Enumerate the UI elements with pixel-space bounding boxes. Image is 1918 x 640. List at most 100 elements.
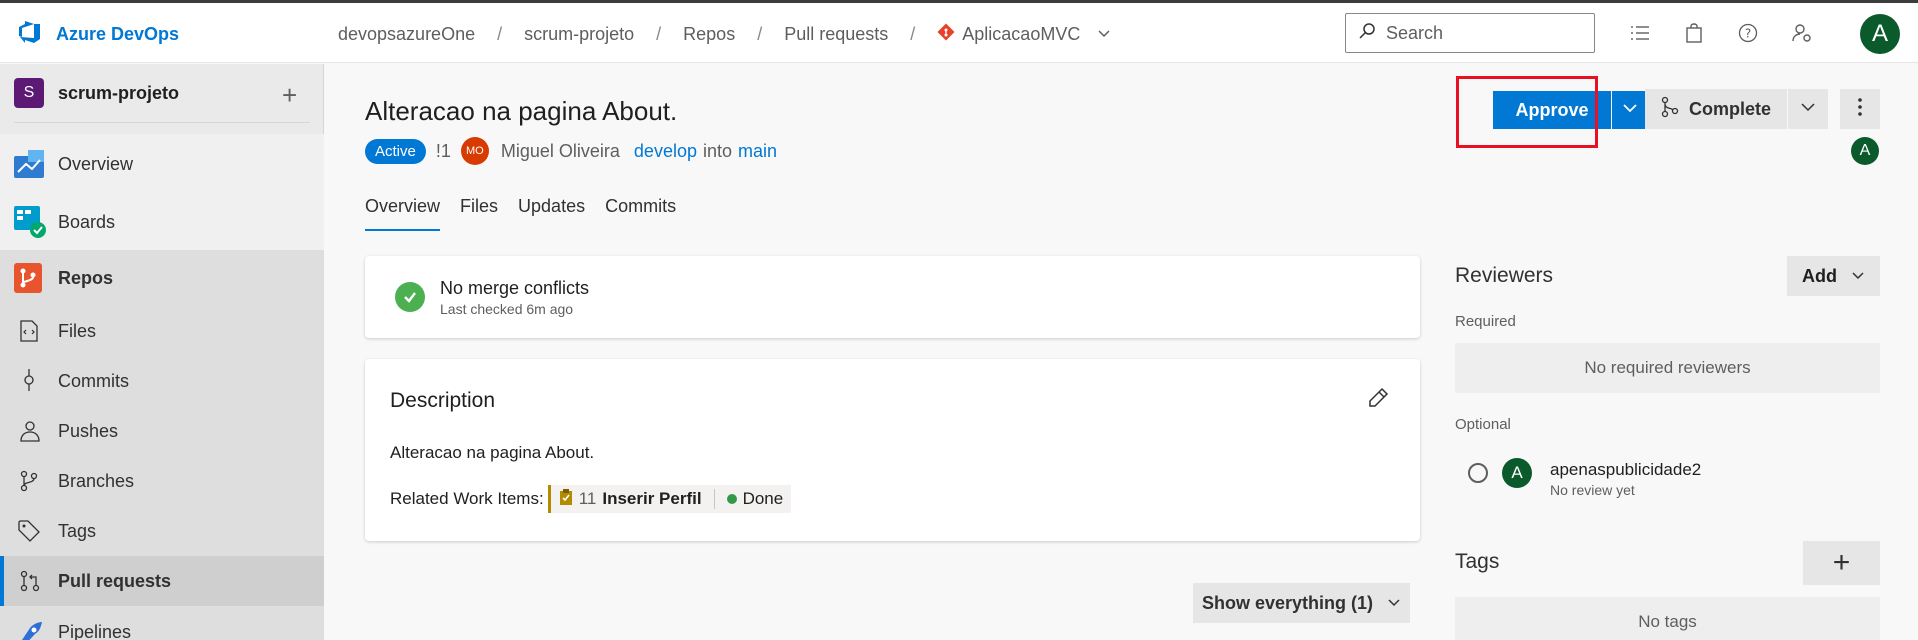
state-dot-icon: [726, 494, 737, 504]
sidebar-item-label: Pull requests: [58, 570, 172, 591]
sidebar-item-pushes[interactable]: Pushes: [0, 406, 324, 456]
tags-empty: No tags: [1455, 597, 1880, 640]
user-settings-icon[interactable]: [1790, 21, 1814, 45]
sidebar-item-pipelines[interactable]: Pipelines: [0, 612, 324, 640]
help-icon[interactable]: ?: [1736, 21, 1760, 45]
chevron-down-icon: [1097, 24, 1111, 45]
git-repo-icon: [937, 23, 955, 46]
files-icon: [20, 320, 38, 342]
breadcrumb-page[interactable]: Pull requests: [784, 24, 888, 45]
pr-id: !1: [435, 140, 451, 161]
chevron-down-icon: [1622, 100, 1638, 121]
more-vertical-icon: [1857, 97, 1863, 122]
app-name: Azure DevOps: [56, 24, 180, 44]
complete-options-button[interactable]: [1788, 89, 1828, 129]
add-icon[interactable]: +: [282, 80, 297, 111]
pr-tabs: Overview Files Updates Commits: [365, 196, 676, 231]
sidebar-item-label: Pipelines: [58, 621, 132, 640]
repos-group: Repos Files Commits Pushes Branches Tags…: [0, 250, 324, 640]
repos-icon: [14, 263, 42, 293]
edit-pencil-icon[interactable]: [1367, 387, 1389, 414]
overview-icon: [14, 150, 44, 178]
reviewer-avatar: A: [1502, 458, 1532, 488]
description-heading: Description: [390, 389, 496, 412]
sidebar-item-pull-requests[interactable]: Pull requests: [0, 556, 324, 606]
marketplace-bag-icon[interactable]: [1682, 21, 1706, 45]
author-avatar: MO: [460, 137, 489, 165]
page-title: Alteracao na pagina About.: [365, 96, 678, 126]
tab-updates[interactable]: Updates: [518, 196, 585, 231]
author-name[interactable]: Miguel Oliveira: [501, 141, 620, 162]
breadcrumb: devopsazureOne / scrum-projeto / Repos /…: [338, 23, 1111, 46]
divider: [713, 489, 715, 509]
search-icon: [1358, 22, 1376, 45]
breadcrumb-org[interactable]: devopsazureOne: [338, 24, 475, 45]
search-input[interactable]: Search: [1345, 13, 1595, 53]
task-list-icon[interactable]: [1628, 21, 1652, 45]
description-card: Description Alteracao na pagina About. R…: [365, 359, 1420, 541]
sidebar-item-repos[interactable]: Repos: [0, 250, 324, 306]
project-name: scrum-projeto: [58, 82, 180, 103]
reviewer-name[interactable]: apenaspublicidade2: [1550, 460, 1701, 480]
brand[interactable]: Azure DevOps: [16, 19, 179, 50]
target-branch-link[interactable]: main: [738, 141, 777, 162]
work-item-state: Done: [742, 489, 784, 508]
user-avatar[interactable]: A: [1860, 14, 1900, 54]
sidebar-item-boards[interactable]: Boards: [0, 194, 324, 250]
merge-status-card: No merge conflicts Last checked 6m ago: [365, 256, 1420, 338]
sidebar-item-label: Tags: [58, 520, 97, 541]
work-item-title: Inserir Perfil: [602, 489, 702, 508]
sidebar-item-label: Repos: [58, 267, 114, 288]
tab-commits[interactable]: Commits: [605, 196, 676, 231]
project-selector[interactable]: S scrum-projeto: [14, 78, 179, 108]
breadcrumb-separator: /: [910, 24, 916, 44]
sidebar-item-label: Commits: [58, 370, 129, 391]
chevron-down-icon: [1800, 99, 1816, 120]
complete-button[interactable]: Complete: [1645, 89, 1787, 129]
boards-icon: [14, 206, 46, 238]
related-work-items: Related Work Items: 11 Inserir Perfil Do…: [390, 485, 792, 513]
add-reviewer-label: Add: [1802, 265, 1837, 286]
source-branch-link[interactable]: develop: [634, 141, 697, 162]
sidebar-item-commits[interactable]: Commits: [0, 356, 324, 406]
search-placeholder: Search: [1386, 22, 1444, 43]
optional-label: Optional: [1455, 416, 1511, 433]
merge-status-subtitle: Last checked 6m ago: [440, 301, 574, 317]
clipboard-task-icon: [559, 488, 573, 511]
sidebar-item-tags[interactable]: Tags: [0, 506, 324, 556]
required-label: Required: [1455, 313, 1516, 330]
add-tag-button[interactable]: +: [1803, 541, 1880, 585]
top-icons: ?: [1628, 21, 1814, 45]
breadcrumb-separator: /: [656, 24, 662, 44]
status-badge: Active: [365, 138, 426, 164]
complete-label: Complete: [1689, 98, 1772, 119]
commits-icon: [23, 369, 35, 391]
sidebar-item-label: Pushes: [58, 420, 119, 441]
chevron-down-icon: [1851, 266, 1865, 287]
review-status-radio[interactable]: [1468, 463, 1488, 483]
breadcrumb-project[interactable]: scrum-projeto: [524, 24, 634, 45]
sidebar-item-label: Boards: [58, 211, 116, 232]
work-item-chip[interactable]: 11 Inserir Perfil Done: [547, 485, 792, 513]
reviewer-item[interactable]: A: [1468, 458, 1532, 488]
breadcrumb-section[interactable]: Repos: [683, 24, 735, 45]
project-badge: S: [14, 78, 44, 108]
divider: [14, 122, 310, 123]
tab-overview[interactable]: Overview: [365, 196, 441, 231]
current-user-avatar[interactable]: A: [1851, 137, 1879, 165]
work-item-id: 11: [578, 489, 597, 508]
related-label: Related Work Items:: [390, 489, 544, 508]
sidebar: S scrum-projeto + Overview Boards Repos …: [0, 64, 324, 640]
sidebar-item-branches[interactable]: Branches: [0, 456, 324, 506]
tab-files[interactable]: Files: [460, 196, 498, 231]
sidebar-item-overview[interactable]: Overview: [0, 134, 324, 194]
add-reviewer-button[interactable]: Add: [1787, 256, 1880, 296]
required-reviewers-empty: No required reviewers: [1455, 343, 1880, 393]
show-filter-label: Show everything (1): [1201, 592, 1374, 613]
show-filter-button[interactable]: Show everything (1): [1193, 583, 1410, 623]
sidebar-item-label: Branches: [58, 470, 135, 491]
breadcrumb-repo[interactable]: AplicacaoMVC: [937, 23, 1111, 46]
more-actions-button[interactable]: [1840, 89, 1880, 129]
sidebar-item-files[interactable]: Files: [0, 306, 324, 356]
approve-options-button[interactable]: [1612, 91, 1648, 129]
